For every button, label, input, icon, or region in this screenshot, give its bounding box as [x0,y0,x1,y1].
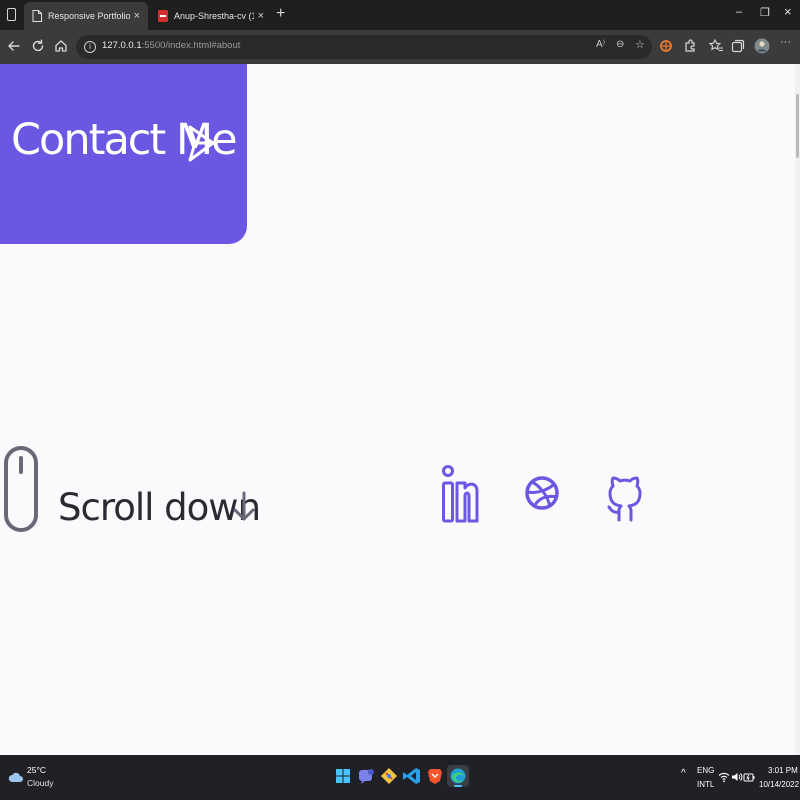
dribbble-icon[interactable] [522,462,562,524]
language-secondary[interactable]: INTL [697,780,714,789]
profile-avatar-icon[interactable] [754,38,770,54]
extensions-icon[interactable] [682,38,698,54]
read-aloud-icon[interactable]: A⁾ [596,39,605,50]
tab-strip: Responsive Portfolio Website × Anup-Shre… [0,0,800,30]
contact-me-button[interactable]: Contact Me [0,64,247,244]
new-tab-button[interactable]: + [276,5,285,23]
weather-temp: 25°C [27,765,46,775]
browser-menu-button[interactable]: ··· [780,36,791,48]
brave-icon[interactable] [424,765,446,787]
favorite-icon[interactable]: ☆ [635,38,645,51]
vscode-icon[interactable] [401,765,423,787]
battery-icon[interactable] [743,771,755,783]
tab-actions-icon[interactable] [4,7,20,23]
arrow-down-icon[interactable] [232,489,256,523]
extension-orange-icon[interactable] [658,38,674,54]
scroll-down-label[interactable]: Scroll down [58,486,261,529]
page-viewport: Contact Me Scroll down [0,64,795,755]
tab-portfolio[interactable]: Responsive Portfolio Website × [24,2,148,30]
close-window-button[interactable]: × [784,4,792,19]
github-icon[interactable] [605,462,645,524]
collections-icon[interactable] [730,38,746,54]
windows-start-icon[interactable] [332,765,354,787]
tab-close-button[interactable]: × [258,10,264,22]
document-icon [32,10,42,22]
language-primary[interactable]: ENG [697,766,714,775]
favorites-icon[interactable] [708,38,724,54]
tab-close-button[interactable]: × [134,10,140,22]
weather-condition: Cloudy [27,778,54,788]
clock-date[interactable]: 10/14/2022 [759,780,799,789]
taskbar: 25°C Cloudy ^ ENG INTL 3:01 PM 10/14/202… [0,755,800,800]
tab-title: Anup-Shrestha-cv (1).pdf [174,11,254,21]
edge-icon[interactable] [447,765,469,787]
page-scrollbar[interactable] [795,64,800,755]
send-icon [188,125,215,162]
git-icon[interactable] [378,765,400,787]
home-icon[interactable] [53,38,69,54]
tab-title: Responsive Portfolio Website [48,11,130,21]
browser-toolbar: i 127.0.0.1:5500/index.html#about A⁾ ⊖ ☆… [0,30,800,64]
weather-widget[interactable]: 25°C Cloudy [8,764,68,792]
pdf-icon [158,10,168,22]
minimize-button[interactable]: – [736,6,742,18]
linkedin-icon[interactable] [440,462,480,524]
wifi-icon[interactable] [718,771,730,783]
refresh-icon[interactable] [30,38,46,54]
mouse-icon [4,446,38,532]
scrollbar-thumb[interactable] [796,94,799,158]
tray-overflow-chevron[interactable]: ^ [681,768,686,779]
back-icon[interactable] [6,38,22,54]
address-bar[interactable]: i 127.0.0.1:5500/index.html#about A⁾ ⊖ ☆ [76,35,652,59]
restore-button[interactable]: ❐ [760,6,770,19]
volume-icon[interactable] [731,771,743,783]
site-info-icon[interactable]: i [84,41,96,53]
url-text: 127.0.0.1:5500/index.html#about [102,40,241,51]
tab-pdf[interactable]: Anup-Shrestha-cv (1).pdf × [150,2,272,30]
zoom-icon[interactable]: ⊖ [616,39,624,50]
cloud-icon [8,772,23,782]
teams-chat-icon[interactable] [355,765,377,787]
clock-time[interactable]: 3:01 PM [768,766,798,775]
